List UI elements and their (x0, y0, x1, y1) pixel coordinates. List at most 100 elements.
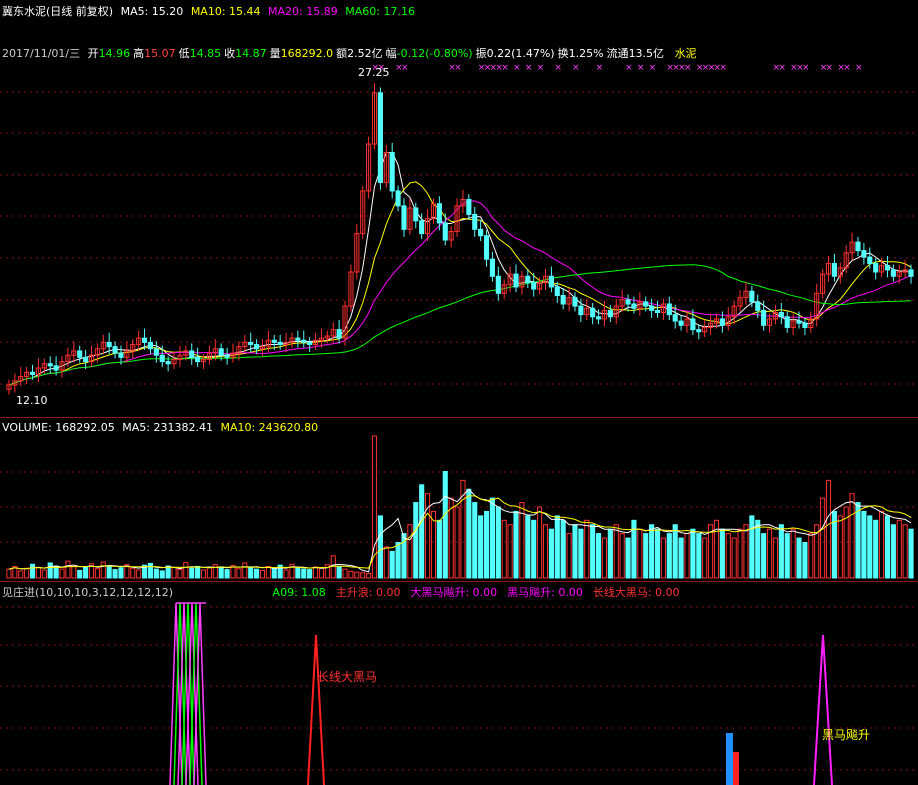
volume-bar (301, 568, 307, 579)
volume-header: VOLUME: 168292.05 MA5: 231382.41 MA10: 2… (2, 421, 322, 434)
candle-body (531, 282, 537, 290)
info-item-value: 168292.0 (280, 47, 334, 60)
volume-bar (41, 569, 47, 579)
volume-bar (601, 537, 608, 579)
signal-x-marker: × (778, 63, 786, 73)
candle-body (483, 235, 490, 260)
volume-bar (513, 510, 519, 579)
indicator-item: A09: 1.08 (272, 586, 326, 599)
candle-body (195, 356, 201, 363)
info-item: 高15.07 (133, 47, 176, 60)
candle-body (672, 314, 678, 322)
volume-bar (690, 528, 696, 579)
volume-bar (360, 572, 366, 579)
volume-bar (336, 565, 342, 579)
volume-bar (849, 493, 855, 579)
volume-bar (47, 562, 53, 579)
info-item-label: 低 (178, 47, 190, 60)
signal-x-marker: × (525, 63, 533, 73)
long-horse-label: 长线大黑马 (317, 670, 378, 684)
volume-bar (147, 562, 154, 579)
info-item-value: 0.22(1.47%) (486, 47, 555, 60)
candle-body (189, 350, 195, 358)
volume-bar (837, 515, 843, 579)
volume-bar (65, 560, 71, 579)
candle-body (29, 371, 36, 375)
candle-body (401, 205, 407, 230)
candle-body (248, 341, 254, 346)
volume-bar (189, 567, 195, 579)
candle-body (560, 294, 566, 305)
ma20-line (8, 200, 912, 386)
volume-bar (6, 568, 12, 579)
candle-body (755, 301, 761, 311)
volume-bar (159, 570, 165, 579)
volume-bar (312, 566, 319, 579)
ma10-line (8, 181, 912, 386)
indicator-item: 大黑马飚升: 0.00 (410, 586, 498, 599)
indicator-signals (169, 602, 833, 785)
volume-bar (672, 524, 678, 579)
volume-bar (153, 568, 159, 579)
long-horse-spike (307, 634, 325, 785)
volume-bar (637, 528, 643, 579)
info-item-value: 1.25% (568, 47, 604, 60)
info-item-value: 13.5亿 (628, 47, 665, 60)
info-item-label: 振 (475, 47, 487, 60)
volume-bar (820, 497, 826, 579)
candle-body (525, 275, 531, 284)
volume-bar (35, 566, 41, 579)
signal-x-marker: × (826, 63, 834, 73)
candle-body (336, 329, 342, 339)
info-item-label: 高 (133, 47, 145, 60)
volume-ma-lines (8, 488, 912, 573)
volume-bar (495, 506, 501, 579)
volume-bar (855, 502, 861, 579)
volume-bar (649, 524, 655, 579)
info-item: 开14.96 (88, 47, 131, 60)
info-item-value: 15.07 (144, 47, 176, 60)
candle-body (77, 350, 83, 358)
volume-bar (77, 569, 83, 579)
signal-x-marker: × (855, 63, 863, 73)
volume-bar (177, 569, 183, 579)
volume-bar (248, 567, 254, 579)
volume-bar (542, 524, 549, 579)
indicator-title: 见庄进(10,10,10,3,12,12,12,12) (2, 586, 174, 599)
candle-body (749, 290, 755, 303)
candle-body (271, 339, 277, 343)
volume-bar (206, 567, 212, 579)
info-item: 流通13.5亿 (607, 47, 665, 60)
candle-body (890, 269, 896, 277)
volume-bar (271, 567, 277, 579)
signal-x-marker: × (572, 63, 580, 73)
volume-bar (383, 546, 389, 579)
volume-bar (625, 537, 631, 579)
volume-bar (478, 515, 484, 579)
candle-body (377, 92, 383, 183)
volume-bar (472, 502, 478, 579)
volume-bar (896, 519, 902, 579)
candle-body (855, 241, 861, 252)
volume-bar (808, 533, 814, 579)
volume-bar (318, 567, 325, 579)
volume-bar (684, 533, 690, 579)
volume-bar (171, 566, 177, 579)
candle-body (442, 222, 448, 241)
volume-bar (743, 524, 749, 579)
volume-bar (100, 561, 106, 579)
candle-body (413, 207, 419, 222)
signal-x-markers: ×× ×× ×× ××××× × × × × × × × × × ×××× ××××× ×× ××× ×× ×× × (372, 63, 863, 73)
info-item: 量168292.0 (270, 47, 334, 60)
candle-body (548, 275, 554, 288)
candle-body (395, 190, 401, 207)
volume-bar (200, 569, 207, 579)
volume-bar (389, 550, 395, 579)
volume-bar (136, 569, 142, 579)
volume-bar (83, 566, 89, 579)
candle-body (796, 320, 802, 324)
volume-bar (366, 573, 372, 579)
low-price-label: 12.10 (16, 394, 48, 407)
volume-bar (218, 566, 224, 579)
volume-bar (466, 488, 472, 579)
